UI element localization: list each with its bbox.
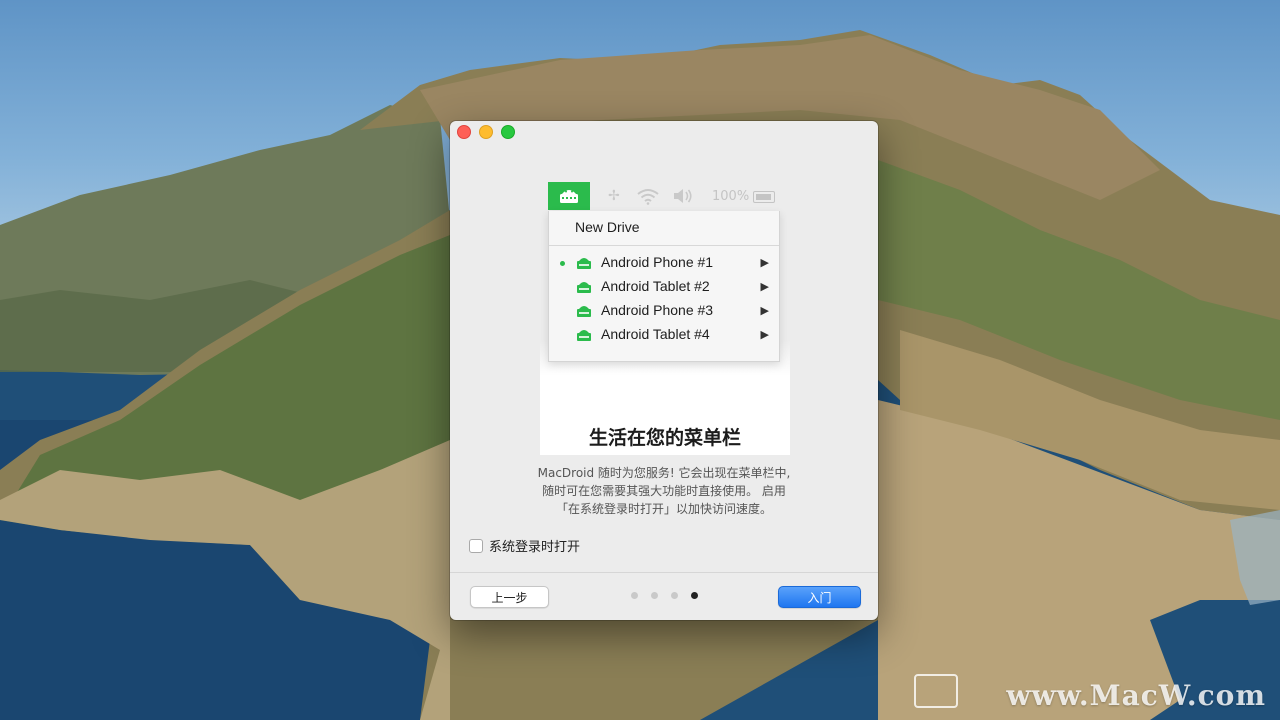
menu-separator	[549, 245, 779, 246]
menu-item-label: Android Tablet #4	[601, 326, 710, 342]
active-dot	[560, 261, 565, 266]
android-drive-icon	[548, 182, 590, 210]
page-dot[interactable]	[651, 592, 658, 599]
menu-item-device-1: Android Phone #1 ▶	[549, 252, 779, 276]
zoom-window-button[interactable]	[501, 125, 515, 139]
description-line: MacDroid 随时为您服务! 它会出现在菜单栏中,	[537, 466, 791, 480]
watermark: www.MacW.com	[1006, 679, 1266, 712]
wifi-icon	[637, 189, 659, 205]
open-at-login-option[interactable]: 系统登录时打开	[469, 536, 580, 555]
bluetooth-icon: ✢	[608, 188, 620, 204]
menu-item-label: Android Tablet #2	[601, 278, 710, 294]
open-at-login-label: 系统登录时打开	[489, 540, 581, 555]
close-window-button[interactable]	[457, 125, 471, 139]
back-button[interactable]: 上一步	[470, 586, 549, 608]
description-text: MacDroid 随时为您服务! 它会出现在菜单栏中, 随时可在您需要其强大功能…	[480, 464, 848, 518]
battery-icon	[753, 191, 775, 203]
traffic-lights	[457, 125, 515, 139]
menu-item-label: Android Phone #1	[601, 254, 714, 270]
page-dot[interactable]	[631, 592, 638, 599]
battery-percentage: 100%	[712, 189, 750, 204]
android-drive-icon	[577, 330, 591, 341]
watermark-logo-icon	[914, 674, 958, 708]
new-drive-item: New Drive	[575, 219, 640, 235]
android-drive-icon	[577, 282, 591, 293]
submenu-arrow-icon: ▶	[760, 328, 769, 341]
volume-icon	[674, 189, 692, 203]
submenu-arrow-icon: ▶	[760, 304, 769, 317]
menu-item-label: Android Phone #3	[601, 302, 714, 318]
get-started-button[interactable]: 入门	[778, 586, 861, 608]
description-line: 随时可在您需要其强大功能时直接使用。 启用	[542, 484, 786, 498]
page-dot-current[interactable]	[691, 592, 698, 599]
minimize-window-button[interactable]	[479, 125, 493, 139]
android-drive-icon	[577, 258, 591, 269]
setup-window: ✢ 100% New Drive Android Phone #1 ▶ Andr…	[450, 121, 878, 620]
submenu-arrow-icon: ▶	[760, 256, 769, 269]
description-line: 「在系统登录时打开」以加快访问速度。	[555, 502, 772, 516]
submenu-arrow-icon: ▶	[760, 280, 769, 293]
menu-item-device-2: Android Tablet #2 ▶	[549, 276, 779, 300]
page-title: 生活在您的菜单栏	[588, 427, 741, 449]
drive-menu-illustration: New Drive Android Phone #1 ▶ Android Tab…	[548, 211, 780, 362]
footer-divider	[450, 572, 878, 573]
page-indicator	[631, 592, 698, 599]
page-dot[interactable]	[671, 592, 678, 599]
menu-item-device-4: Android Tablet #4 ▶	[549, 324, 779, 348]
open-at-login-checkbox[interactable]	[469, 538, 483, 553]
android-drive-icon	[577, 306, 591, 317]
menubar-illustration: ✢ 100%	[548, 182, 788, 210]
menu-item-device-3: Android Phone #3 ▶	[549, 300, 779, 324]
